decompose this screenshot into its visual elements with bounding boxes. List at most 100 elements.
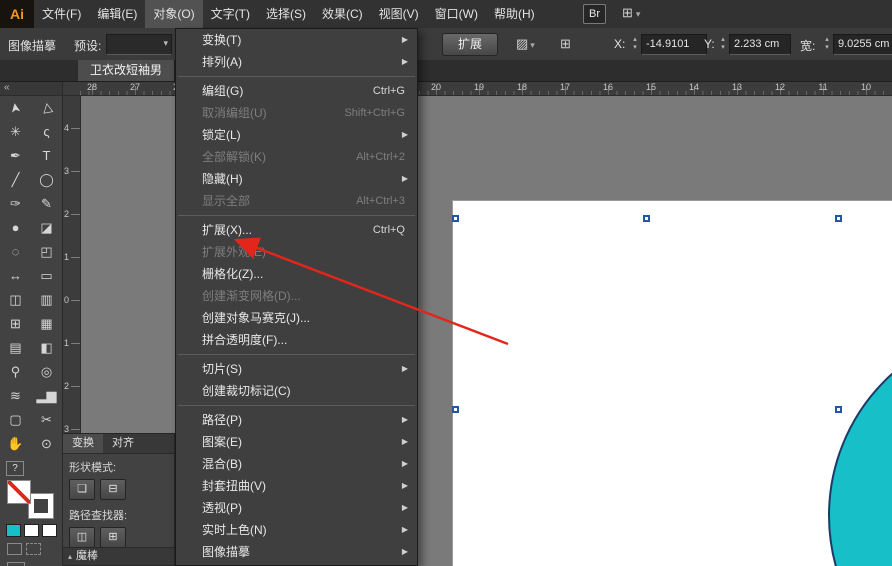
divide-button[interactable]: ◫ <box>69 527 95 548</box>
selection-handle-middle-right[interactable] <box>835 406 842 413</box>
object-menu-item[interactable]: 栅格化(Z)... <box>176 263 417 285</box>
stepper-up-icon[interactable]: ▴ <box>721 36 725 44</box>
screen-mode-button[interactable] <box>7 562 25 566</box>
free-transform-tool[interactable]: ▭ <box>31 264 62 288</box>
tab-align[interactable]: 对齐 <box>103 434 143 453</box>
draw-behind-button[interactable] <box>26 543 41 555</box>
object-menu-item[interactable]: 隐藏(H) ▶ <box>176 168 417 190</box>
blob-brush-tool[interactable]: ● <box>0 216 31 240</box>
fill-swatch[interactable] <box>7 480 31 504</box>
object-menu-item[interactable]: 创建裁切标记(C) <box>176 380 417 402</box>
scale-tool[interactable]: ◰ <box>31 240 62 264</box>
magic-wand-panel-header[interactable]: ▴ 魔棒 <box>63 547 174 565</box>
menubar-item-5[interactable]: 效果(C) <box>314 0 371 28</box>
object-menu-item[interactable]: 切片(S) ▶ <box>176 358 417 380</box>
menubar-item-4[interactable]: 选择(S) <box>258 0 314 28</box>
live-paint-selection-tool[interactable]: ⊞ <box>0 312 31 336</box>
menubar-item-3[interactable]: 文字(T) <box>203 0 258 28</box>
object-menu-item[interactable]: 图像描摹 ▶ <box>176 541 417 563</box>
trim-button[interactable]: ⊞ <box>100 527 126 548</box>
width-stepper[interactable]: ▴ ▾ <box>822 35 832 53</box>
lasso-tool[interactable]: ς <box>31 120 62 144</box>
image-trace-panel-button[interactable]: ⊞ <box>560 36 571 52</box>
bridge-button[interactable]: Br <box>583 4 606 24</box>
object-menu-item[interactable]: 路径(P) ▶ <box>176 409 417 431</box>
gradient-button[interactable] <box>24 524 39 537</box>
eraser-tool[interactable]: ◪ <box>31 216 62 240</box>
object-menu-item[interactable]: 变换(T) ▶ <box>176 29 417 51</box>
paintbrush-tool[interactable]: ✑ <box>0 192 31 216</box>
unite-button[interactable]: ❏ <box>69 479 95 500</box>
stepper-down-icon[interactable]: ▾ <box>633 44 637 52</box>
object-menu-item[interactable]: 锁定(L) ▶ <box>176 124 417 146</box>
perspective-grid-tool[interactable]: ▦ <box>31 312 62 336</box>
stepper-up-icon[interactable]: ▴ <box>633 36 637 44</box>
object-menu-item[interactable]: 图案(E) ▶ <box>176 431 417 453</box>
mesh-tool[interactable]: ▤ <box>0 336 31 360</box>
menubar-item-6[interactable]: 视图(V) <box>371 0 427 28</box>
pen-tool[interactable]: ✒ <box>0 144 31 168</box>
preset-dropdown[interactable]: ▾ <box>106 34 172 55</box>
tools-panel-header[interactable]: « <box>0 81 62 96</box>
artboard-tool[interactable]: ▢ <box>0 408 31 432</box>
selection-handle-top-right[interactable] <box>835 215 842 222</box>
expand-button[interactable]: 扩展 <box>442 33 498 56</box>
line-segment-tool[interactable]: ╱ <box>0 168 31 192</box>
column-graph-tool[interactable]: ▂▆ <box>31 384 62 408</box>
workspace-switcher-button[interactable]: ⊞ ▾ <box>622 5 640 21</box>
shape-builder-tool[interactable]: ◫ <box>0 288 31 312</box>
stepper-down-icon[interactable]: ▾ <box>825 44 829 52</box>
menubar-item-1[interactable]: 编辑(E) <box>89 0 145 28</box>
selection-tool[interactable]: ➤ <box>0 96 31 120</box>
menubar-item-0[interactable]: 文件(F) <box>34 0 89 28</box>
magic-wand-tool[interactable]: ✳ <box>0 120 31 144</box>
slice-tool[interactable]: ✂ <box>31 408 62 432</box>
selection-handle-top-left[interactable] <box>452 215 459 222</box>
ellipse-object[interactable] <box>828 324 892 566</box>
rotate-tool[interactable]: ◌ <box>0 240 31 264</box>
object-menu-item[interactable]: 拼合透明度(F)... <box>176 329 417 351</box>
y-stepper[interactable]: ▴ ▾ <box>718 35 728 53</box>
object-menu-item[interactable]: 混合(B) ▶ <box>176 453 417 475</box>
menubar-item-7[interactable]: 窗口(W) <box>427 0 486 28</box>
object-menu-item[interactable]: 封套扭曲(V) ▶ <box>176 475 417 497</box>
draw-normal-button[interactable] <box>7 543 22 555</box>
eyedropper-tool[interactable]: ⚲ <box>0 360 31 384</box>
object-menu-item[interactable]: 排列(A) ▶ <box>176 51 417 73</box>
menubar-item-8[interactable]: 帮助(H) <box>486 0 543 28</box>
zoom-tool[interactable]: ⊙ <box>31 432 62 456</box>
minus-front-button[interactable]: ⊟ <box>100 479 126 500</box>
document-tab[interactable]: 卫衣改短袖男 <box>78 60 176 81</box>
width-value-field[interactable]: 9.0255 cm <box>833 34 892 55</box>
color-button[interactable] <box>6 524 21 537</box>
ellipse-tool[interactable]: ◯ <box>31 168 62 192</box>
object-menu-item[interactable]: 创建对象马赛克(J)... <box>176 307 417 329</box>
artboard[interactable] <box>452 200 892 566</box>
collapse-panel-icon[interactable]: « <box>4 82 10 93</box>
blend-tool[interactable]: ◎ <box>31 360 62 384</box>
object-menu-item[interactable]: 扩展(X)... Ctrl+Q <box>176 219 417 241</box>
pencil-tool[interactable]: ✎ <box>31 192 62 216</box>
object-menu-item[interactable]: 编组(G) Ctrl+G <box>176 80 417 102</box>
live-paint-bucket-tool[interactable]: ▥ <box>31 288 62 312</box>
help-button[interactable]: ? <box>6 461 24 476</box>
stroke-swatch[interactable] <box>28 493 54 519</box>
gradient-tool[interactable]: ◧ <box>31 336 62 360</box>
direct-selection-tool[interactable]: ▷ <box>31 96 62 120</box>
x-stepper[interactable]: ▴ ▾ <box>630 35 640 53</box>
x-value-field[interactable]: -14.9101 <box>641 34 707 55</box>
menubar-item-2[interactable]: 对象(O) <box>145 0 203 28</box>
none-button[interactable] <box>42 524 57 537</box>
object-menu-item[interactable]: 实时上色(N) ▶ <box>176 519 417 541</box>
selection-handle-top-middle[interactable] <box>643 215 650 222</box>
tab-transform[interactable]: 变换 <box>63 434 103 453</box>
stepper-up-icon[interactable]: ▴ <box>825 36 829 44</box>
trace-view-dropdown[interactable]: ▨ ▾ <box>516 36 535 52</box>
y-value-field[interactable]: 2.233 cm <box>729 34 791 55</box>
type-tool[interactable]: T <box>31 144 62 168</box>
ruler-corner[interactable] <box>62 81 81 96</box>
stepper-down-icon[interactable]: ▾ <box>721 44 725 52</box>
object-menu-item[interactable]: 透视(P) ▶ <box>176 497 417 519</box>
hand-tool[interactable]: ✋ <box>0 432 31 456</box>
symbol-sprayer-tool[interactable]: ≋ <box>0 384 31 408</box>
